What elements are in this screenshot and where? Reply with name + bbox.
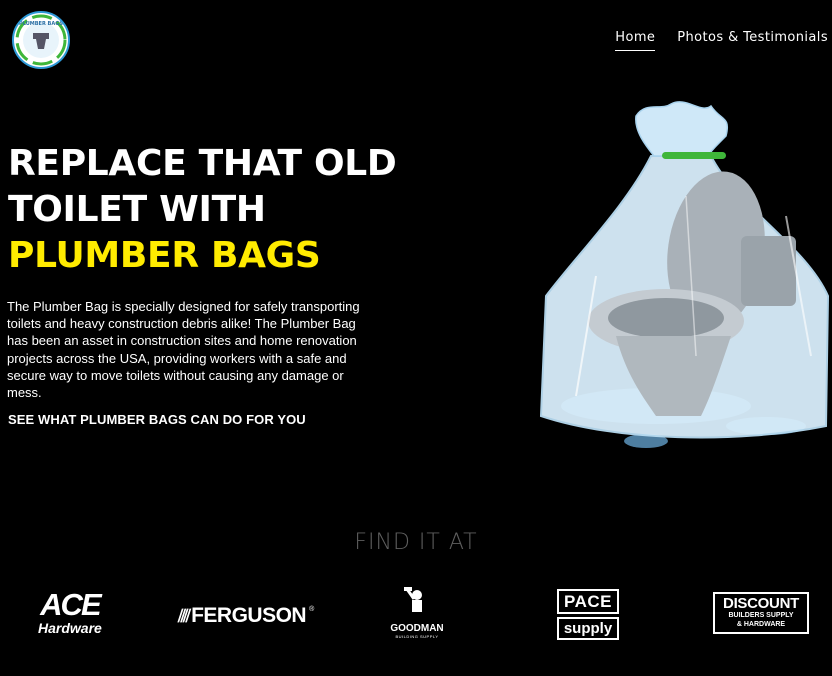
hero-cta-link[interactable]: SEE WHAT PLUMBER BAGS CAN DO FOR YOU bbox=[8, 412, 306, 427]
discount-sub-1: BUILDERS SUPPLY bbox=[728, 612, 794, 619]
goodman-logo[interactable]: GOODMAN BUILDING SUPPLY bbox=[386, 587, 448, 639]
plumber-bags-logo[interactable]: PLUMBER BAGS bbox=[12, 11, 70, 69]
ace-name: ACE bbox=[40, 587, 101, 622]
nav-home-link[interactable]: Home bbox=[615, 30, 656, 51]
ace-sub: Hardware bbox=[38, 620, 102, 636]
ferguson-icon: ⫽⫽ bbox=[178, 605, 191, 626]
pace-supply-logo[interactable]: PACE supply bbox=[557, 589, 619, 640]
partner-logos: ACE Hardware ⫽⫽ FERGUSON ® GOODMAN BUILD… bbox=[0, 585, 832, 645]
find-it-heading: FIND IT AT bbox=[354, 530, 478, 555]
hero-description: The Plumber Bag is specially designed fo… bbox=[7, 299, 360, 401]
discount-sub-2: & HARDWARE bbox=[736, 621, 786, 628]
ferguson-registered-mark: ® bbox=[309, 606, 315, 613]
logo-text: PLUMBER BAGS bbox=[19, 21, 63, 27]
goodman-name: GOODMAN bbox=[390, 623, 444, 634]
pace-sub: supply bbox=[557, 617, 619, 640]
ferguson-logo[interactable]: ⫽⫽ FERGUSON ® bbox=[178, 604, 314, 628]
hero-headline: REPLACE THAT OLD TOILET WITH PLUMBER BAG… bbox=[8, 141, 397, 279]
toilet-in-bag-image bbox=[539, 101, 830, 448]
goodman-sub: BUILDING SUPPLY bbox=[395, 634, 439, 639]
goodman-mascot-icon bbox=[404, 587, 422, 612]
ferguson-name: FERGUSON bbox=[191, 604, 307, 627]
ace-hardware-logo[interactable]: ACE Hardware bbox=[38, 587, 102, 637]
discount-builders-logo[interactable]: DISCOUNT BUILDERS SUPPLY & HARDWARE bbox=[713, 592, 809, 634]
headline-line-2: TOILET WITH bbox=[8, 189, 266, 230]
nav-photos-testimonials-link[interactable]: Photos & Testimonials bbox=[677, 30, 828, 51]
main-nav: Home Photos & Testimonials bbox=[615, 30, 828, 51]
headline-highlight: PLUMBER BAGS bbox=[8, 235, 321, 276]
headline-line-1: REPLACE THAT OLD bbox=[8, 143, 397, 184]
pace-name: PACE bbox=[557, 589, 619, 614]
discount-name: DISCOUNT bbox=[723, 595, 799, 612]
